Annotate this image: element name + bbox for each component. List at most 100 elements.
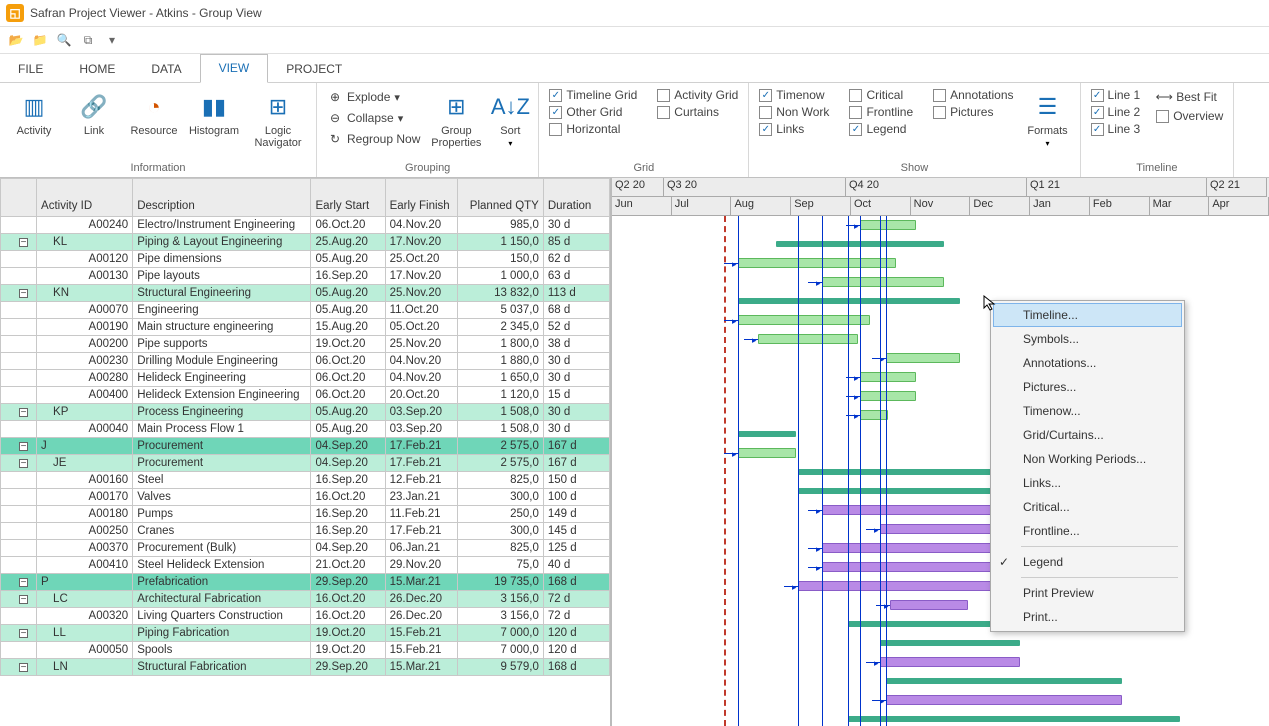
table-row[interactable]: A00410Steel Helideck Extension21.Oct.202…: [1, 557, 610, 574]
expand-icon[interactable]: −: [19, 459, 28, 468]
menu-item[interactable]: Print Preview: [993, 581, 1182, 605]
check-overview[interactable]: Overview: [1152, 108, 1227, 124]
gantt-row[interactable]: ▸: [612, 653, 1269, 672]
expand-icon[interactable]: −: [19, 595, 28, 604]
table-row[interactable]: −LNStructural Fabrication29.Sep.2015.Mar…: [1, 659, 610, 676]
check-other-grid[interactable]: ✓Other Grid: [545, 104, 641, 120]
expand-icon[interactable]: −: [19, 663, 28, 672]
col-activity-id[interactable]: Activity ID: [37, 179, 133, 217]
check-line2[interactable]: ✓Line 2: [1087, 104, 1145, 120]
expand-icon[interactable]: −: [19, 238, 28, 247]
table-row[interactable]: −JEProcurement04.Sep.2017.Feb.212 575,01…: [1, 455, 610, 472]
table-row[interactable]: A00170Valves16.Oct.2023.Jan.21300,0100 d: [1, 489, 610, 506]
task-bar[interactable]: [890, 600, 968, 610]
check-line3[interactable]: ✓Line 3: [1087, 121, 1145, 137]
check-timenow[interactable]: ✓Timenow: [755, 87, 833, 103]
col-toggle[interactable]: [1, 179, 37, 217]
check-activity-grid[interactable]: Activity Grid: [653, 87, 742, 103]
menu-item[interactable]: Timenow...: [993, 399, 1182, 423]
menu-item[interactable]: Critical...: [993, 495, 1182, 519]
col-early-finish[interactable]: Early Finish: [385, 179, 457, 217]
summary-bar[interactable]: [738, 431, 796, 437]
table-row[interactable]: A00050Spools19.Oct.2015.Feb.217 000,0120…: [1, 642, 610, 659]
sort-button[interactable]: A↓ZSort▾: [488, 87, 532, 157]
summary-bar[interactable]: [886, 678, 1122, 684]
table-row[interactable]: A00190Main structure engineering15.Aug.2…: [1, 319, 610, 336]
task-bar[interactable]: [860, 410, 888, 420]
gantt-row[interactable]: [612, 672, 1269, 691]
resource-button[interactable]: ◔Resource: [126, 87, 182, 157]
table-row[interactable]: A00370Procurement (Bulk)04.Sep.2006.Jan.…: [1, 540, 610, 557]
group-properties-button[interactable]: ⊞Group Properties: [428, 87, 484, 157]
copy-icon[interactable]: ⧉: [78, 30, 98, 50]
check-timeline-grid[interactable]: ✓Timeline Grid: [545, 87, 641, 103]
search-icon[interactable]: 🔍: [54, 30, 74, 50]
summary-bar[interactable]: [880, 640, 1020, 646]
table-row[interactable]: A00320Living Quarters Construction16.Oct…: [1, 608, 610, 625]
check-nonwork[interactable]: Non Work: [755, 104, 833, 120]
menu-item[interactable]: Print...: [993, 605, 1182, 629]
col-description[interactable]: Description: [133, 179, 311, 217]
table-row[interactable]: −LLPiping Fabrication19.Oct.2015.Feb.217…: [1, 625, 610, 642]
menu-item[interactable]: Non Working Periods...: [993, 447, 1182, 471]
link-button[interactable]: 🔗Link: [66, 87, 122, 157]
tab-data[interactable]: DATA: [133, 54, 199, 82]
tab-file[interactable]: FILE: [0, 54, 61, 82]
gantt-row[interactable]: [612, 634, 1269, 653]
table-row[interactable]: −JProcurement04.Sep.2017.Feb.212 575,016…: [1, 438, 610, 455]
task-bar[interactable]: [822, 277, 944, 287]
col-duration[interactable]: Duration: [543, 179, 609, 217]
table-row[interactable]: A00200Pipe supports19.Oct.2025.Nov.201 8…: [1, 336, 610, 353]
table-row[interactable]: −KPProcess Engineering05.Aug.2003.Sep.20…: [1, 404, 610, 421]
col-early-start[interactable]: Early Start: [311, 179, 385, 217]
expand-icon[interactable]: −: [19, 408, 28, 417]
summary-bar[interactable]: [848, 716, 1180, 722]
check-links[interactable]: ✓Links: [755, 121, 833, 137]
task-bar[interactable]: [860, 391, 916, 401]
table-row[interactable]: A00250Cranes16.Sep.2017.Feb.21300,0145 d: [1, 523, 610, 540]
collapse-button[interactable]: ⊖Collapse ▾: [323, 108, 424, 128]
check-critical[interactable]: Critical: [845, 87, 917, 103]
task-bar[interactable]: [738, 448, 796, 458]
menu-item[interactable]: Links...: [993, 471, 1182, 495]
table-row[interactable]: A00120Pipe dimensions05.Aug.2025.Oct.201…: [1, 251, 610, 268]
check-line1[interactable]: ✓Line 1: [1087, 87, 1145, 103]
bestfit-button[interactable]: ⟷Best Fit: [1152, 87, 1227, 107]
table-row[interactable]: A00230Drilling Module Engineering06.Oct.…: [1, 353, 610, 370]
check-curtains[interactable]: Curtains: [653, 104, 742, 120]
task-bar[interactable]: [860, 372, 916, 382]
table-row[interactable]: A00160Steel16.Sep.2012.Feb.21825,0150 d: [1, 472, 610, 489]
table-row[interactable]: −KLPiping & Layout Engineering25.Aug.201…: [1, 234, 610, 251]
task-bar[interactable]: [738, 315, 870, 325]
tab-view[interactable]: VIEW: [200, 54, 269, 83]
expand-icon[interactable]: −: [19, 578, 28, 587]
explode-button[interactable]: ⊕Explode ▾: [323, 87, 424, 107]
tab-project[interactable]: PROJECT: [268, 54, 360, 82]
menu-item[interactable]: Grid/Curtains...: [993, 423, 1182, 447]
expand-icon[interactable]: −: [19, 289, 28, 298]
task-bar[interactable]: [738, 258, 896, 268]
table-row[interactable]: A00280Helideck Engineering06.Oct.2004.No…: [1, 370, 610, 387]
gantt-row[interactable]: ▸: [612, 216, 1269, 235]
menu-item[interactable]: Pictures...: [993, 375, 1182, 399]
table-row[interactable]: −PPrefabrication29.Sep.2015.Mar.2119 735…: [1, 574, 610, 591]
table-row[interactable]: A00180Pumps16.Sep.2011.Feb.21250,0149 d: [1, 506, 610, 523]
open-folder-icon[interactable]: 📂: [6, 30, 26, 50]
check-legend[interactable]: ✓Legend: [845, 121, 917, 137]
menu-item[interactable]: Annotations...: [993, 351, 1182, 375]
check-horizontal[interactable]: Horizontal: [545, 121, 641, 137]
menu-item[interactable]: Timeline...: [993, 303, 1182, 327]
formats-button[interactable]: ☰Formats▾: [1022, 87, 1074, 157]
gantt-row[interactable]: ▸: [612, 691, 1269, 710]
check-pictures[interactable]: Pictures: [929, 104, 1017, 120]
gantt-row[interactable]: [612, 235, 1269, 254]
task-bar[interactable]: [880, 657, 1020, 667]
task-bar[interactable]: [860, 220, 916, 230]
regroup-button[interactable]: ↻Regroup Now: [323, 129, 424, 149]
histogram-button[interactable]: ▮▮Histogram: [186, 87, 242, 157]
menu-item[interactable]: Frontline...: [993, 519, 1182, 543]
table-row[interactable]: A00130Pipe layouts16.Sep.2017.Nov.201 00…: [1, 268, 610, 285]
task-bar[interactable]: [758, 334, 858, 344]
summary-bar[interactable]: [738, 298, 960, 304]
gantt-row[interactable]: ▸: [612, 254, 1269, 273]
